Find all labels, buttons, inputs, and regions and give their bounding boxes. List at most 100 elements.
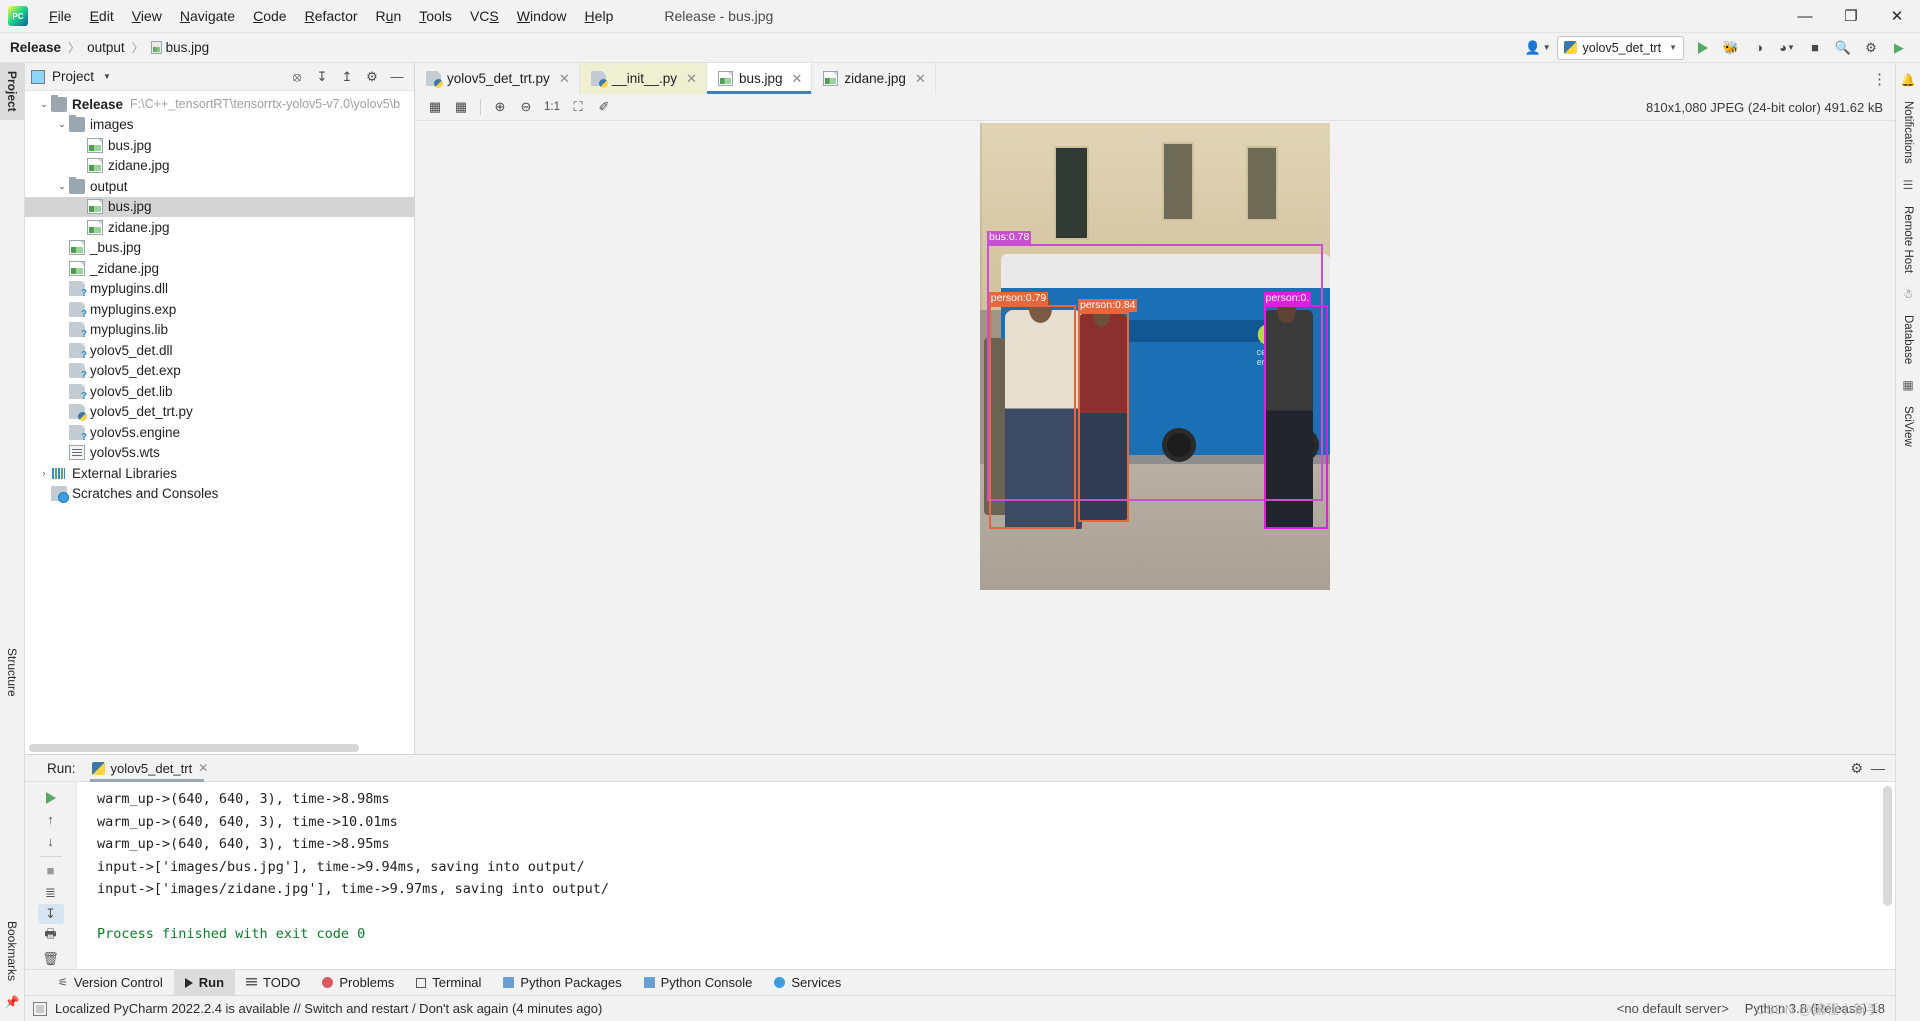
sidebar-item-sciview[interactable]: SciView	[1902, 406, 1914, 447]
tree-item-yolov5s-engine[interactable]: yolov5s.engine	[25, 422, 414, 443]
close-button[interactable]: ✕	[1874, 0, 1920, 33]
close-icon[interactable]: ✕	[559, 71, 570, 87]
sidebar-item-notifications[interactable]: Notifications	[1902, 101, 1914, 164]
print-icon[interactable]: 🖶	[38, 925, 64, 947]
sidebar-item-bookmarks[interactable]: Bookmarks	[0, 913, 24, 989]
tree-item-output[interactable]: ⌄ output	[25, 176, 414, 197]
sidebar-item-project[interactable]: Project	[0, 63, 24, 120]
actual-size-icon[interactable]: 1:1	[540, 96, 564, 118]
tree-item-yolov5-det-dll[interactable]: yolov5_det.dll	[25, 340, 414, 361]
tree-item-release[interactable]: ⌄ Release F:\C++_tensortRT\tensorrtx-yolov…	[25, 94, 414, 115]
run-console-output[interactable]: warm_up->(640, 640, 3), time->8.98ms warm…	[77, 782, 1895, 969]
menu-run[interactable]: Run	[367, 3, 411, 29]
project-settings-gear-icon[interactable]: ⚙	[361, 66, 383, 88]
settings-gear-icon[interactable]: ⚙	[1858, 36, 1884, 60]
minimize-button[interactable]: —	[1782, 0, 1828, 33]
tree-item-myplugins-lib[interactable]: myplugins.lib	[25, 320, 414, 340]
editor-tab-zidane-jpg[interactable]: zidane.jpg ✕	[812, 63, 936, 94]
stop-icon[interactable]: ■	[38, 861, 64, 882]
breadcrumb-root[interactable]: Release	[10, 40, 61, 55]
tree-item-scratches-and-consoles[interactable]: Scratches and Consoles	[25, 484, 414, 505]
close-icon[interactable]: ✕	[791, 71, 802, 87]
run-tab-yolov5-det-trt[interactable]: yolov5_det_trt ✕	[86, 755, 215, 782]
tree-item-bus-jpg[interactable]: bus.jpg	[25, 135, 414, 156]
tool-window-run[interactable]: Run	[173, 969, 236, 996]
menu-edit[interactable]: Edit	[81, 3, 123, 29]
console-scrollbar-thumb[interactable]	[1883, 786, 1892, 906]
scroll-up-icon[interactable]: ↑	[38, 810, 64, 831]
run-configuration-selector[interactable]: yolov5_det_trt ▼	[1556, 35, 1684, 60]
color-picker-icon[interactable]: ✐	[592, 96, 616, 118]
tree-item-yolov5-det-lib[interactable]: yolov5_det.lib	[25, 381, 414, 402]
search-icon[interactable]: 🔍	[1830, 36, 1856, 60]
zoom-out-icon[interactable]: ⊖	[514, 96, 538, 118]
tree-item-images[interactable]: ⌄ images	[25, 115, 414, 136]
tree-item-myplugins-exp[interactable]: myplugins.exp	[25, 299, 414, 320]
expand-all-icon[interactable]: ↧	[311, 66, 333, 88]
project-horizontal-scrollbar[interactable]	[25, 743, 414, 754]
menu-vcs[interactable]: VCS	[461, 3, 508, 29]
tree-item-yolov5-det-exp[interactable]: yolov5_det.exp	[25, 361, 414, 381]
menu-view[interactable]: View	[123, 3, 171, 29]
rerun-icon[interactable]	[38, 788, 64, 809]
tool-window-problems[interactable]: Problems	[311, 970, 405, 996]
database-icon[interactable]: ☃	[1903, 287, 1914, 301]
status-message[interactable]: Localized PyCharm 2022.2.4 is available …	[55, 1001, 602, 1016]
sidebar-item-remote-host[interactable]: Remote Host	[1902, 206, 1914, 273]
scrollbar-thumb[interactable]	[29, 744, 359, 752]
debug-icon[interactable]: 🐝	[1718, 36, 1744, 60]
locate-file-icon[interactable]: ⦻	[286, 66, 308, 88]
tree-expand-arrow-icon[interactable]: ⌄	[37, 99, 51, 110]
maximize-button[interactable]: ❐	[1828, 0, 1874, 33]
menu-code[interactable]: Code	[244, 3, 295, 29]
tree-item--bus-jpg[interactable]: _bus.jpg	[25, 238, 414, 259]
coverage-icon[interactable]: ◑	[1746, 36, 1772, 60]
scroll-to-end-icon[interactable]: ↧	[37, 903, 64, 925]
tree-item-myplugins-dll[interactable]: myplugins.dll	[25, 279, 414, 299]
close-icon[interactable]: ✕	[198, 761, 208, 775]
hide-panel-icon[interactable]: —	[1871, 760, 1885, 776]
menu-navigate[interactable]: Navigate	[171, 3, 244, 29]
tree-item-external-libraries[interactable]: › External Libraries	[25, 463, 414, 484]
run-button[interactable]	[1690, 36, 1716, 60]
tool-window-services[interactable]: Services	[763, 970, 852, 996]
breadcrumb-file[interactable]: bus.jpg	[166, 40, 210, 55]
editor-tab-bus-jpg[interactable]: bus.jpg ✕	[706, 63, 813, 94]
editor-tab-yolov5-det-trt-py[interactable]: yolov5_det_trt.py ✕	[415, 63, 580, 94]
tool-window-terminal[interactable]: Terminal	[405, 970, 492, 996]
sidebar-item-structure[interactable]: Structure	[0, 640, 24, 705]
tool-window-version-control[interactable]: ⚟ Version Control	[47, 970, 174, 996]
editor-tabs-overflow-icon[interactable]: ⋮	[1872, 63, 1895, 94]
tree-expand-arrow-icon[interactable]: ⌄	[55, 181, 69, 192]
bookmark-pin-icon[interactable]: 📌	[5, 995, 20, 1009]
remote-host-icon[interactable]: ☰	[1903, 178, 1914, 192]
tree-expand-arrow-icon[interactable]: ›	[37, 468, 51, 478]
settings-gear-icon[interactable]: ⚙	[1850, 760, 1863, 777]
stop-icon[interactable]: ■	[1802, 36, 1828, 60]
tree-item-zidane-jpg[interactable]: zidane.jpg	[25, 156, 414, 177]
profile-icon[interactable]: ◕ ▼	[1774, 36, 1800, 60]
close-icon[interactable]: ✕	[686, 71, 697, 87]
close-icon[interactable]: ✕	[915, 71, 926, 87]
project-tree[interactable]: ⌄ Release F:\C++_tensortRT\tensorrtx-yolov…	[25, 91, 414, 743]
menu-help[interactable]: Help	[576, 3, 623, 29]
tool-window-todo[interactable]: TODO	[235, 970, 311, 996]
fit-to-window-icon[interactable]: ⛶	[566, 96, 590, 118]
tool-window-python-console[interactable]: Python Console	[633, 970, 764, 996]
tree-item-zidane-jpg[interactable]: zidane.jpg	[25, 217, 414, 238]
tree-item-bus-jpg[interactable]: bus.jpg	[25, 196, 414, 217]
sciview-icon[interactable]: ▦	[1902, 378, 1913, 392]
sidebar-item-database[interactable]: Database	[1902, 315, 1914, 364]
tree-item-yolov5s-wts[interactable]: yolov5s.wts	[25, 443, 414, 464]
notifications-bell-icon[interactable]: 🔔	[1901, 73, 1916, 87]
updates-icon[interactable]: ▶	[1886, 36, 1912, 60]
zoom-in-icon[interactable]: ⊕	[488, 96, 512, 118]
filter-icon[interactable]: ≣	[38, 882, 64, 903]
image-canvas[interactable]: ceroemisiones bus:0.78person:0.79person:…	[415, 121, 1895, 754]
tree-expand-arrow-icon[interactable]: ⌄	[55, 119, 69, 130]
grid-icon[interactable]: ▦	[449, 96, 473, 118]
tree-item-yolov5-det-trt-py[interactable]: yolov5_det_trt.py	[25, 402, 414, 423]
remote-server-status[interactable]: <no default server>	[1617, 1001, 1729, 1016]
event-log-icon[interactable]	[33, 1001, 47, 1016]
menu-tools[interactable]: Tools	[410, 3, 461, 29]
